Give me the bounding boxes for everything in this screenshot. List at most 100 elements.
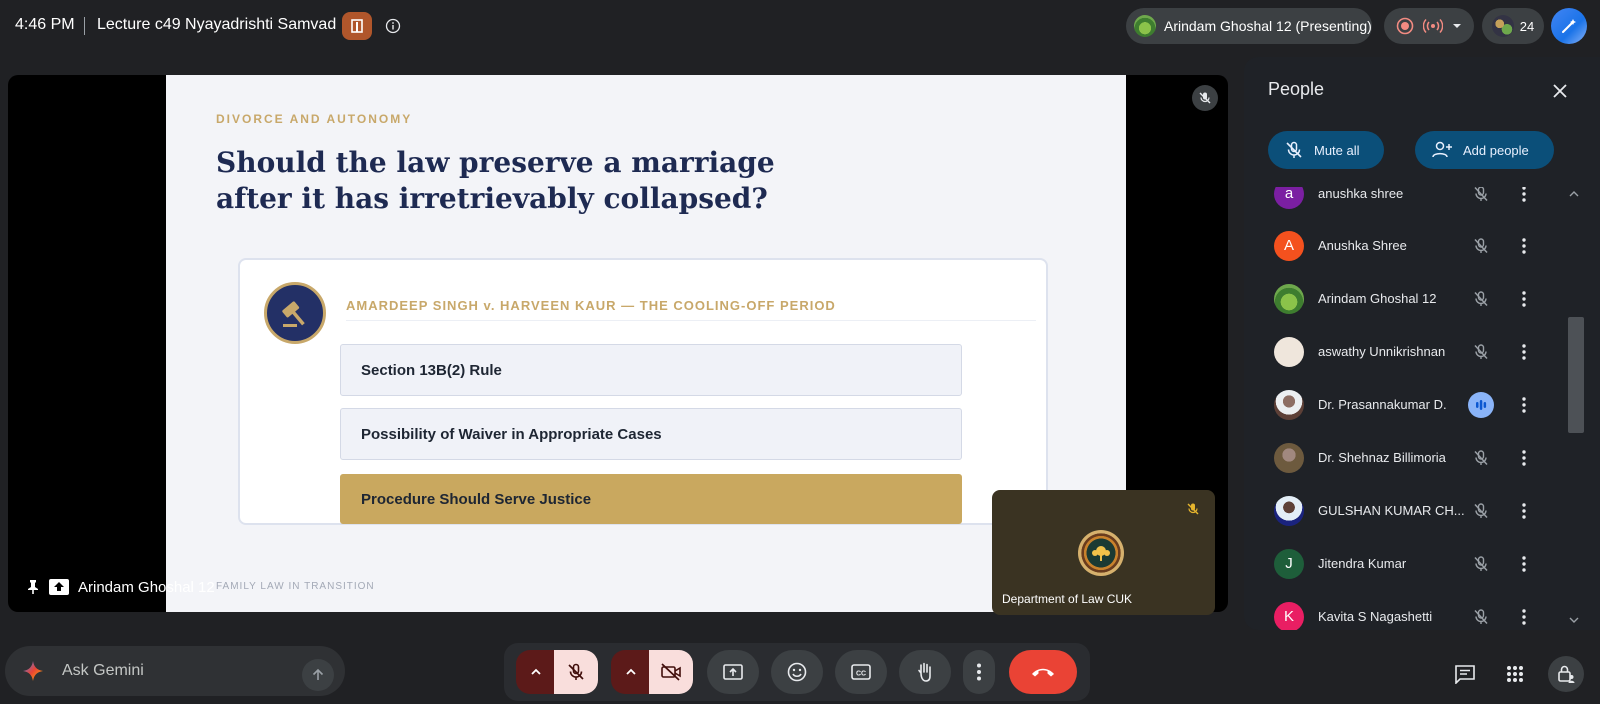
slide-footer: FAMILY LAW IN TRANSITION: [216, 581, 375, 592]
slide-title: Should the law preserve a marriage after…: [216, 145, 816, 217]
mic-off-icon: [1474, 237, 1488, 253]
department-logo: [1078, 530, 1124, 576]
audio-options-button[interactable]: [516, 650, 556, 694]
record-icon: [1397, 17, 1414, 35]
avatar: K: [1274, 601, 1304, 630]
more-options-button[interactable]: [1514, 605, 1534, 629]
add-people-button[interactable]: Add people: [1415, 131, 1554, 169]
mic-off-icon: [568, 663, 584, 680]
gavel-icon: [264, 282, 326, 344]
mute-participant-button[interactable]: [1470, 500, 1492, 522]
chevron-down-icon: [1452, 24, 1461, 28]
more-vert-icon: [1522, 555, 1526, 572]
chevron-up-icon: [626, 668, 636, 675]
case-point-row: Section 13B(2) Rule: [340, 344, 962, 396]
mute-all-button[interactable]: Mute all: [1268, 131, 1384, 169]
tree-logo-icon: [1092, 546, 1110, 561]
more-options-button[interactable]: [1514, 499, 1534, 523]
mic-off-icon: [1286, 141, 1302, 158]
mic-off-icon: [1474, 608, 1488, 624]
more-options-button[interactable]: [963, 650, 995, 694]
host-controls-button[interactable]: [342, 12, 372, 40]
mic-off-icon: [1474, 449, 1488, 465]
case-card: AMARDEEP SINGH v. HARVEEN KAUR — THE COO…: [238, 258, 1048, 525]
mute-participant-button[interactable]: [1470, 447, 1492, 469]
participants-avatars-icon: [1491, 15, 1514, 37]
presenter-avatar: [1134, 15, 1156, 37]
more-options-button[interactable]: [1514, 446, 1534, 470]
participant-count: 24: [1519, 18, 1535, 34]
gemini-send-button[interactable]: [302, 659, 334, 691]
presenter-name: Arindam Ghoshal 12: [78, 578, 215, 596]
recording-live-button[interactable]: [1384, 8, 1474, 44]
mic-off-icon: [1474, 555, 1488, 571]
emoji-icon: [787, 662, 807, 682]
close-icon: [1553, 84, 1567, 98]
more-options-button[interactable]: [1514, 552, 1534, 576]
door-icon: [351, 19, 363, 33]
more-options-button[interactable]: [1514, 393, 1534, 417]
more-options-button[interactable]: [1514, 187, 1534, 206]
reactions-button[interactable]: [771, 650, 823, 694]
captions-button[interactable]: CC: [835, 650, 887, 694]
mute-participant-button[interactable]: [1470, 341, 1492, 363]
list-item[interactable]: aswathy Unnikrishnan: [1256, 325, 1566, 378]
mic-off-icon: [1199, 92, 1211, 104]
avatar: A: [1274, 230, 1304, 261]
raise-hand-button[interactable]: [899, 650, 951, 694]
list-item[interactable]: a anushka shree: [1256, 187, 1566, 220]
activities-button[interactable]: [1497, 656, 1533, 692]
microphone-toggle-button[interactable]: [554, 650, 598, 694]
ask-gemini-input[interactable]: Ask Gemini: [5, 646, 345, 696]
more-options-button[interactable]: [1514, 287, 1534, 311]
avatar: [1274, 336, 1304, 367]
tile-name: Department of Law CUK: [1002, 592, 1133, 606]
list-item[interactable]: Arindam Ghoshal 12: [1256, 272, 1566, 325]
participant-tile[interactable]: Department of Law CUK: [992, 490, 1215, 615]
gemini-notes-button[interactable]: [1551, 8, 1587, 44]
more-vert-icon: [1522, 187, 1526, 202]
tile-muted-indicator: [1182, 498, 1204, 520]
leave-call-button[interactable]: [1009, 650, 1077, 694]
mute-participant-button[interactable]: [1470, 288, 1492, 310]
close-panel-button[interactable]: [1544, 75, 1576, 107]
list-item[interactable]: GULSHAN KUMAR CH...: [1256, 484, 1566, 537]
list-item[interactable]: Dr. Prasannakumar D.: [1256, 378, 1566, 431]
chat-button[interactable]: [1447, 656, 1483, 692]
list-item[interactable]: A Anushka Shree: [1256, 219, 1566, 272]
mute-participant-button[interactable]: [1470, 187, 1492, 205]
people-panel: People Mute all Add people a anushka shr…: [1244, 57, 1600, 630]
more-options-button[interactable]: [1514, 340, 1534, 364]
meeting-title: Lecture c49 Nyayadrishti Samvad: [97, 16, 337, 33]
pin-icon: [28, 580, 38, 594]
audio-level-icon: [1476, 399, 1487, 410]
divider: [84, 17, 85, 35]
more-options-button[interactable]: [1514, 234, 1534, 258]
presenting-indicator[interactable]: Arindam Ghoshal 12 (Presenting): [1126, 8, 1372, 44]
more-vert-icon: [1522, 396, 1526, 413]
list-item[interactable]: Dr. Shehnaz Billimoria: [1256, 431, 1566, 484]
avatar: [1274, 389, 1304, 420]
mic-off-icon: [1474, 343, 1488, 359]
person-name: GULSHAN KUMAR CH...: [1318, 503, 1465, 518]
closed-captions-icon: CC: [851, 664, 871, 680]
list-item[interactable]: K Kavita S Nagashetti: [1256, 590, 1566, 630]
chevron-down-icon: [1569, 617, 1579, 623]
more-vert-icon: [977, 663, 981, 681]
mute-participant-button[interactable]: [1470, 606, 1492, 628]
participants-button[interactable]: 24: [1482, 8, 1544, 44]
person-name: Kavita S Nagashetti: [1318, 609, 1433, 624]
list-item[interactable]: J Jitendra Kumar: [1256, 537, 1566, 590]
meeting-info-button[interactable]: [383, 16, 403, 36]
present-screen-button[interactable]: [707, 650, 759, 694]
call-end-icon: [1032, 668, 1054, 677]
scrollbar-thumb[interactable]: [1568, 317, 1584, 433]
camera-toggle-button[interactable]: [649, 650, 693, 694]
mute-participant-button[interactable]: [1470, 235, 1492, 257]
host-controls-button[interactable]: [1548, 656, 1584, 692]
mute-participant-button[interactable]: [1470, 553, 1492, 575]
case-point-row-highlighted: Procedure Should Serve Justice: [340, 474, 962, 524]
top-bar: 4:46 PM Lecture c49 Nyayadrishti Samvad …: [0, 0, 1600, 52]
video-options-button[interactable]: [611, 650, 651, 694]
slide-title-line-2: after it has irretrievably collapsed?: [216, 182, 768, 215]
